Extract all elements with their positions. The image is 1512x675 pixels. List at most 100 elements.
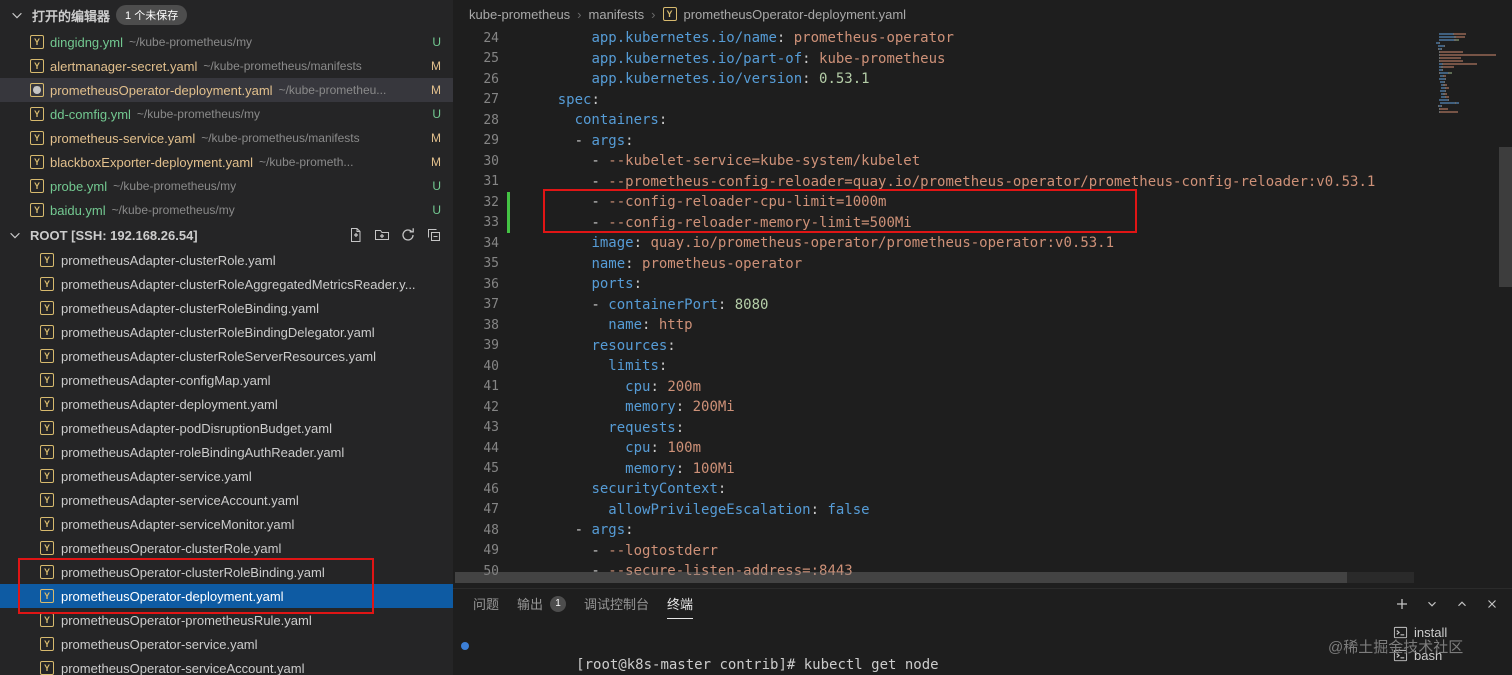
line-number[interactable]: 46 <box>453 482 499 497</box>
line-number[interactable]: 49 <box>453 543 499 558</box>
line-number[interactable]: 42 <box>453 400 499 415</box>
line-number[interactable]: 33 <box>453 215 499 230</box>
file-tree-item[interactable]: YprometheusAdapter-roleBindingAuthReader… <box>0 440 453 464</box>
file-tree-item[interactable]: YprometheusAdapter-clusterRoleAggregated… <box>0 272 453 296</box>
line-number[interactable]: 40 <box>453 359 499 374</box>
code-line[interactable]: 47 allowPrivilegeEscalation: false <box>453 500 1512 521</box>
file-tree-item[interactable]: YprometheusAdapter-podDisruptionBudget.y… <box>0 416 453 440</box>
line-number[interactable]: 38 <box>453 318 499 333</box>
code-line[interactable]: 46 securityContext: <box>453 479 1512 500</box>
horizontal-scrollbar[interactable] <box>455 572 1414 583</box>
code-line[interactable]: 28 containers: <box>453 110 1512 131</box>
panel-tab-terminal[interactable]: 终端 <box>667 589 694 619</box>
open-editor-item[interactable]: Ydingidng.yml ~/kube-prometheus/my U <box>0 30 453 54</box>
code-line[interactable]: 45 memory: 100Mi <box>453 459 1512 480</box>
code-line[interactable]: 30 - --kubelet-service=kube-system/kubel… <box>453 151 1512 172</box>
explorer-root-section-header[interactable]: ROOT [SSH: 192.168.26.54] <box>0 222 453 248</box>
code-line[interactable]: 38 name: http <box>453 315 1512 336</box>
line-number[interactable]: 24 <box>453 31 499 46</box>
line-number[interactable]: 41 <box>453 379 499 394</box>
file-tree-item[interactable]: YprometheusAdapter-serviceMonitor.yaml <box>0 512 453 536</box>
line-number[interactable]: 32 <box>453 195 499 210</box>
file-tree-item[interactable]: YprometheusAdapter-serviceAccount.yaml <box>0 488 453 512</box>
line-number[interactable]: 47 <box>453 502 499 517</box>
panel-tab-problems[interactable]: 问题 <box>473 589 499 619</box>
file-tree-item[interactable]: YprometheusAdapter-clusterRoleBinding.ya… <box>0 296 453 320</box>
code-line[interactable]: 34 image: quay.io/prometheus-operator/pr… <box>453 233 1512 254</box>
code-line[interactable]: 35 name: prometheus-operator <box>453 254 1512 275</box>
code-line[interactable]: 44 cpu: 100m <box>453 438 1512 459</box>
open-editors-section-header[interactable]: 打开的编辑器 1 个未保存 <box>0 0 453 30</box>
line-number[interactable]: 44 <box>453 441 499 456</box>
horizontal-scrollbar-slider[interactable] <box>455 572 1347 583</box>
file-tree-item[interactable]: YprometheusOperator-serviceAccount.yaml <box>0 656 453 675</box>
minimap[interactable] <box>1430 30 1496 113</box>
line-number[interactable]: 31 <box>453 174 499 189</box>
line-number[interactable]: 27 <box>453 92 499 107</box>
line-number[interactable]: 39 <box>453 338 499 353</box>
file-tree-item[interactable]: YprometheusOperator-deployment.yaml <box>0 584 453 608</box>
line-number[interactable]: 45 <box>453 461 499 476</box>
open-editor-item[interactable]: Ybaidu.yml ~/kube-prometheus/my U <box>0 198 453 222</box>
breadcrumb-item[interactable]: prometheusOperator-deployment.yaml <box>684 7 907 22</box>
line-number[interactable]: 25 <box>453 51 499 66</box>
line-number[interactable]: 43 <box>453 420 499 435</box>
line-number[interactable]: 35 <box>453 256 499 271</box>
code-line[interactable]: 42 memory: 200Mi <box>453 397 1512 418</box>
breadcrumb-item[interactable]: kube-prometheus <box>469 7 570 22</box>
file-tree-item[interactable]: YprometheusAdapter-clusterRoleBindingDel… <box>0 320 453 344</box>
code-line[interactable]: 26 app.kubernetes.io/version: 0.53.1 <box>453 69 1512 90</box>
new-folder-button[interactable] <box>373 226 391 244</box>
vertical-scrollbar[interactable] <box>1499 147 1512 287</box>
file-tree-item[interactable]: YprometheusOperator-prometheusRule.yaml <box>0 608 453 632</box>
breadcrumb-item[interactable]: manifests <box>589 7 645 22</box>
close-panel-button[interactable] <box>1484 596 1500 612</box>
line-number[interactable]: 26 <box>453 72 499 87</box>
open-editor-item[interactable]: Yprobe.yml ~/kube-prometheus/my U <box>0 174 453 198</box>
file-tree-item[interactable]: YprometheusAdapter-service.yaml <box>0 464 453 488</box>
line-number[interactable]: 30 <box>453 154 499 169</box>
code-line[interactable]: 36 ports: <box>453 274 1512 295</box>
file-tree-item[interactable]: YprometheusOperator-clusterRole.yaml <box>0 536 453 560</box>
line-number[interactable]: 29 <box>453 133 499 148</box>
code-line[interactable]: 27 spec: <box>453 90 1512 111</box>
terminal-session-item[interactable]: install <box>1382 621 1512 644</box>
line-number[interactable]: 36 <box>453 277 499 292</box>
code-line[interactable]: 32 - --config-reloader-cpu-limit=1000m <box>453 192 1512 213</box>
file-tree-item[interactable]: YprometheusAdapter-configMap.yaml <box>0 368 453 392</box>
code-line[interactable]: 24 app.kubernetes.io/name: prometheus-op… <box>453 28 1512 49</box>
open-editor-item[interactable]: YprometheusOperator-deployment.yaml~/kub… <box>0 78 453 102</box>
code-line[interactable]: 43 requests: <box>453 418 1512 439</box>
open-editor-item[interactable]: YblackboxExporter-deployment.yaml ~/kube-… <box>0 150 453 174</box>
new-terminal-button[interactable] <box>1394 596 1410 612</box>
code-line[interactable]: 49 - --logtostderr <box>453 541 1512 562</box>
code-line[interactable]: 33 - --config-reloader-memory-limit=500M… <box>453 212 1512 233</box>
code-line[interactable]: 41 cpu: 200m <box>453 377 1512 398</box>
code-line[interactable]: 25 app.kubernetes.io/part-of: kube-prome… <box>453 49 1512 70</box>
terminal-dropdown-button[interactable] <box>1424 596 1440 612</box>
file-tree-item[interactable]: YprometheusOperator-clusterRoleBinding.y… <box>0 560 453 584</box>
line-number[interactable]: 28 <box>453 113 499 128</box>
new-file-button[interactable] <box>347 226 365 244</box>
file-tree-item[interactable]: YprometheusAdapter-deployment.yaml <box>0 392 453 416</box>
open-editor-item[interactable]: Ydd-comfig.yml ~/kube-prometheus/my U <box>0 102 453 126</box>
code-line[interactable]: 39 resources: <box>453 336 1512 357</box>
file-tree-item[interactable]: YprometheusAdapter-clusterRoleServerReso… <box>0 344 453 368</box>
code-editor[interactable]: 24 app.kubernetes.io/name: prometheus-op… <box>453 28 1512 588</box>
refresh-button[interactable] <box>399 226 417 244</box>
code-line[interactable]: 31 - --prometheus-config-reloader=quay.i… <box>453 172 1512 193</box>
terminal-output[interactable]: [root@k8s-master contrib]# kubectl get n… <box>453 619 1382 675</box>
code-line[interactable]: 40 limits: <box>453 356 1512 377</box>
open-editor-item[interactable]: Yalertmanager-secret.yaml ~/kube-promethe… <box>0 54 453 78</box>
line-number[interactable]: 37 <box>453 297 499 312</box>
open-editor-item[interactable]: Yprometheus-service.yaml ~/kube-prometheu… <box>0 126 453 150</box>
panel-tab-output[interactable]: 输出 1 <box>517 589 567 619</box>
line-number[interactable]: 48 <box>453 523 499 538</box>
terminal-session-item[interactable]: bash <box>1382 644 1512 667</box>
code-line[interactable]: 37 - containerPort: 8080 <box>453 295 1512 316</box>
code-line[interactable]: 48 - args: <box>453 520 1512 541</box>
file-tree-item[interactable]: YprometheusOperator-service.yaml <box>0 632 453 656</box>
code-line[interactable]: 29 - args: <box>453 131 1512 152</box>
maximize-panel-button[interactable] <box>1454 596 1470 612</box>
panel-tab-debug-console[interactable]: 调试控制台 <box>584 589 649 619</box>
